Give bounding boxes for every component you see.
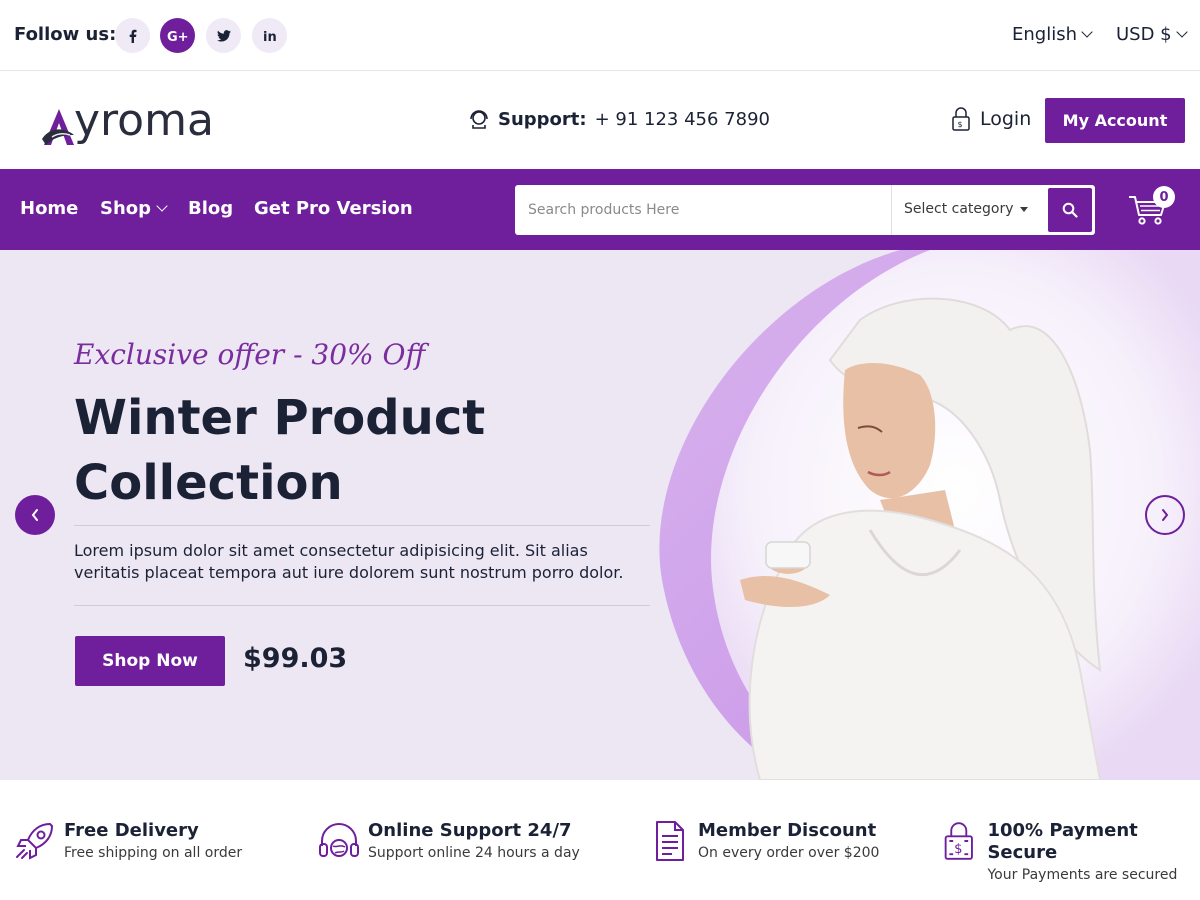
- headset-icon: [470, 110, 488, 129]
- linkedin-link[interactable]: in: [252, 18, 287, 53]
- logo-mark-icon: [42, 109, 74, 145]
- language-value: English: [1012, 24, 1077, 45]
- main-nav: Home Shop Blog Get Pro Version Select ca…: [0, 169, 1200, 250]
- category-value: Select category: [904, 201, 1014, 217]
- login-link[interactable]: $ Login: [950, 107, 1031, 131]
- search-input[interactable]: [515, 185, 891, 235]
- google-plus-link[interactable]: G+: [160, 18, 195, 53]
- chevron-down-icon: [1081, 26, 1093, 38]
- follow-us-label: Follow us:: [14, 24, 117, 45]
- feature-payment-secure: $ 100% Payment Secure Your Payments are …: [940, 820, 1200, 886]
- caret-down-icon: [1019, 206, 1028, 212]
- nav-item-get-pro[interactable]: Get Pro Version: [254, 198, 413, 219]
- feature-text: 100% Payment Secure Your Payments are se…: [987, 820, 1200, 886]
- slider-next-button[interactable]: [1145, 495, 1185, 535]
- feature-desc: Free shipping on all order: [64, 845, 243, 861]
- nav-item-label: Shop: [100, 198, 152, 219]
- feature-online-support: Online Support 24/7 Support online 24 ho…: [318, 820, 580, 864]
- feature-text: Member Discount On every order over $200: [698, 820, 879, 864]
- svg-text:$: $: [958, 120, 963, 129]
- rocket-icon: [16, 822, 54, 860]
- feature-title: Online Support 24/7: [368, 820, 572, 841]
- nav-item-blog[interactable]: Blog: [188, 198, 233, 219]
- feature-text: Online Support 24/7 Support online 24 ho…: [368, 820, 580, 864]
- document-icon: [656, 821, 684, 861]
- category-select[interactable]: Select category: [904, 201, 1028, 217]
- feature-desc: Your Payments are secured: [987, 867, 1178, 883]
- currency-selector[interactable]: USD $: [1116, 24, 1188, 45]
- nav-item-shop[interactable]: Shop: [100, 198, 168, 219]
- lock-icon: $: [952, 107, 970, 131]
- logo-text: yroma: [74, 95, 214, 146]
- hero-price: $99.03: [243, 643, 348, 674]
- nav-item-label: Home: [20, 198, 79, 219]
- nav-item-label: Get Pro Version: [254, 198, 413, 219]
- site-header: yroma Support: + 91 123 456 7890 $ Login…: [0, 71, 1200, 169]
- login-label: Login: [980, 108, 1032, 130]
- svg-text:$: $: [954, 842, 962, 857]
- chevron-left-icon: [31, 509, 38, 521]
- twitter-link[interactable]: [206, 18, 241, 53]
- chevron-down-icon: [1175, 26, 1188, 38]
- facebook-icon: [129, 29, 136, 43]
- cart-count-badge: 0: [1153, 186, 1175, 208]
- svg-text:G+: G+: [167, 30, 189, 43]
- feature-member-discount: Member Discount On every order over $200: [648, 820, 879, 864]
- linkedin-icon: in: [263, 30, 277, 43]
- hero-offer-text: Exclusive offer - 30% Off: [74, 338, 426, 371]
- nav-item-home[interactable]: Home: [20, 198, 78, 219]
- my-account-button[interactable]: My Account: [1045, 98, 1185, 143]
- feature-title: Member Discount: [698, 820, 877, 841]
- secure-lock-icon: $: [944, 822, 973, 860]
- feature-free-delivery: Free Delivery Free shipping on all order: [14, 820, 242, 864]
- google-plus-icon: G+: [167, 30, 189, 43]
- top-bar: Follow us: G+ in English USD $: [0, 0, 1200, 71]
- feature-desc: On every order over $200: [698, 845, 880, 861]
- currency-value: USD $: [1116, 24, 1172, 45]
- hero-title: Winter Product Collection: [74, 386, 594, 516]
- slider-prev-button[interactable]: [15, 495, 55, 535]
- hero-divider-top: [74, 525, 650, 526]
- chevron-down-icon: [156, 200, 168, 212]
- search-bar: Select category: [515, 185, 1095, 235]
- search-icon: [1062, 202, 1078, 218]
- twitter-icon: [216, 29, 231, 42]
- svg-text:in: in: [263, 30, 277, 43]
- cart-button[interactable]: 0: [1128, 186, 1175, 231]
- feature-title: 100% Payment Secure: [987, 820, 1138, 863]
- hero-title-line2: Collection: [74, 455, 343, 511]
- hero-slider: Exclusive offer - 30% Off Winter Product…: [0, 250, 1200, 780]
- logo[interactable]: yroma: [40, 89, 214, 149]
- search-button[interactable]: [1048, 188, 1092, 232]
- shop-now-button[interactable]: Shop Now: [75, 636, 225, 686]
- features-strip: Free Delivery Free shipping on all order…: [0, 780, 1200, 900]
- hero-title-line1: Winter Product: [74, 390, 486, 446]
- support-label: Support:: [498, 108, 587, 130]
- hero-description: Lorem ipsum dolor sit amet consectetur a…: [74, 541, 624, 582]
- support-info: Support: + 91 123 456 7890: [468, 108, 770, 130]
- feature-desc: Support online 24 hours a day: [368, 845, 580, 861]
- feature-text: Free Delivery Free shipping on all order: [64, 820, 242, 864]
- language-selector[interactable]: English: [1012, 24, 1093, 45]
- nav-item-label: Blog: [188, 198, 234, 219]
- search-divider: [891, 185, 892, 235]
- hero-divider-bottom: [74, 605, 650, 606]
- headset-icon: [319, 823, 359, 857]
- facebook-link[interactable]: [115, 18, 150, 53]
- support-phone: + 91 123 456 7890: [594, 108, 770, 130]
- chevron-right-icon: [1162, 509, 1169, 521]
- feature-title: Free Delivery: [64, 820, 199, 841]
